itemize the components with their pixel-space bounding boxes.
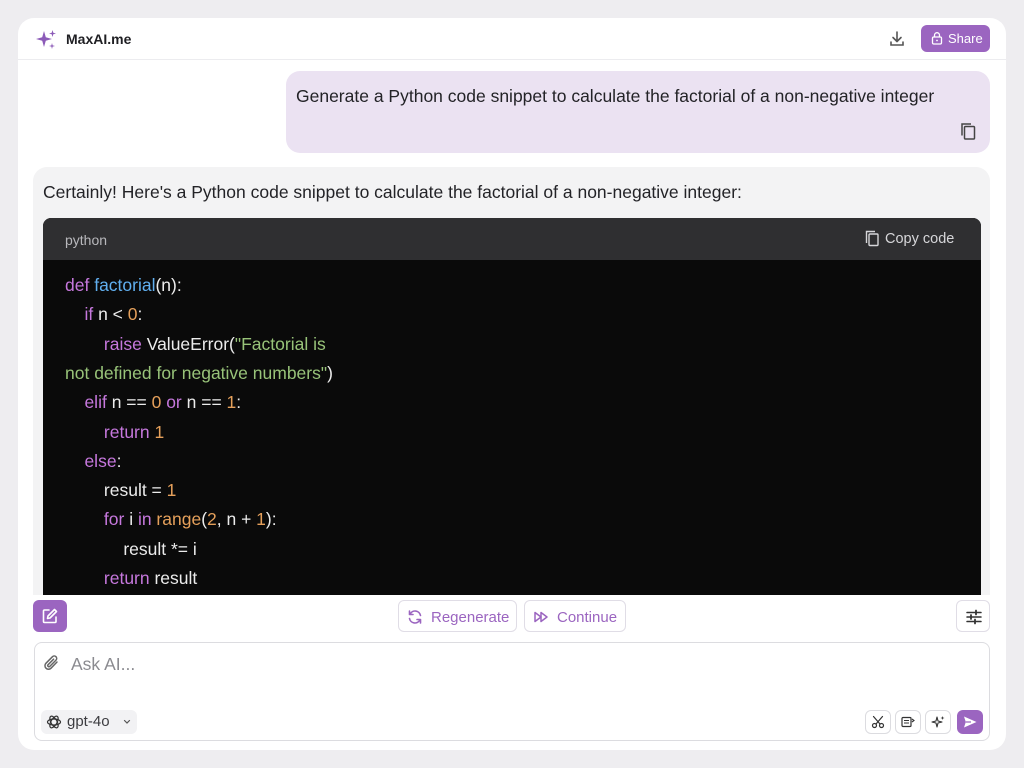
code-token: factorial bbox=[94, 275, 156, 295]
app-title: MaxAI.me bbox=[66, 31, 132, 47]
code-line: result *= i bbox=[65, 538, 197, 560]
sparkle-icon bbox=[931, 716, 945, 728]
code-token: 1 bbox=[256, 509, 266, 530]
code-line: return result bbox=[65, 567, 197, 589]
code-token: : bbox=[137, 304, 143, 325]
read-page-button[interactable] bbox=[895, 710, 921, 734]
code-line: def factorial(n): bbox=[65, 274, 182, 296]
code-token: result = bbox=[65, 480, 167, 501]
regenerate-button[interactable]: Regenerate bbox=[398, 600, 517, 632]
continue-label: Continue bbox=[557, 609, 618, 626]
edit-icon bbox=[42, 608, 58, 624]
copy-code-button[interactable]: Copy code bbox=[864, 229, 964, 251]
code-token: 1 bbox=[166, 480, 177, 501]
screen-reader-icon bbox=[901, 716, 915, 728]
fast-forward-icon bbox=[534, 611, 548, 623]
code-line: else: bbox=[65, 450, 121, 472]
code-line: elif n == 0 or n == 1: bbox=[65, 391, 241, 413]
app-window: MaxAI.me Share Generate a Python code sn… bbox=[18, 18, 1006, 750]
code-token: not defined for negative numbers" bbox=[65, 362, 328, 383]
share-button[interactable]: Share bbox=[921, 25, 990, 52]
share-label: Share bbox=[948, 31, 983, 46]
code-language-label: python bbox=[65, 232, 108, 248]
code-block-header: python Copy code bbox=[43, 218, 981, 260]
code-token: return bbox=[65, 421, 155, 442]
copy-code-label: Copy code bbox=[885, 231, 955, 247]
code-token: ValueError( bbox=[146, 333, 235, 354]
paperclip-icon[interactable] bbox=[43, 653, 61, 673]
assistant-message: Certainly! Here's a Python code snippet … bbox=[33, 167, 990, 637]
code-token: ): bbox=[265, 509, 277, 530]
code-token: elif bbox=[65, 392, 112, 413]
code-token: 1 bbox=[154, 421, 165, 442]
regenerate-label: Regenerate bbox=[431, 609, 510, 626]
code-line: not defined for negative numbers") bbox=[65, 362, 333, 384]
cut-tool-button[interactable] bbox=[865, 710, 891, 734]
code-token: n == bbox=[111, 392, 152, 413]
code-token: "Factorial is bbox=[234, 333, 326, 354]
ask-ai-input[interactable] bbox=[69, 651, 973, 677]
send-button[interactable] bbox=[957, 710, 983, 734]
ai-prompts-button[interactable] bbox=[925, 710, 951, 734]
scissors-icon bbox=[871, 715, 885, 729]
copy-icon[interactable] bbox=[958, 121, 978, 141]
code-token: return bbox=[65, 568, 155, 588]
code-token: raise bbox=[65, 333, 147, 354]
settings-button[interactable] bbox=[956, 600, 990, 632]
sliders-icon bbox=[966, 609, 982, 625]
openai-icon bbox=[46, 715, 62, 729]
download-icon[interactable] bbox=[887, 29, 907, 49]
model-label: gpt-4o bbox=[67, 713, 110, 730]
model-selector[interactable]: gpt-4o bbox=[41, 710, 137, 734]
refresh-icon bbox=[408, 610, 422, 624]
new-chat-button[interactable] bbox=[33, 600, 67, 632]
code-token: ) bbox=[327, 362, 333, 383]
code-token: def bbox=[65, 275, 95, 295]
code-token: range bbox=[156, 509, 202, 530]
code-token: if bbox=[65, 304, 99, 325]
sparkles-icon bbox=[36, 30, 56, 49]
code-token: result bbox=[154, 568, 198, 588]
code-token: in bbox=[137, 509, 157, 530]
send-icon bbox=[964, 716, 977, 728]
code-token: or bbox=[166, 392, 187, 413]
code-line: if n < 0: bbox=[65, 303, 142, 325]
code-line: for i in range(2, n + 1): bbox=[65, 508, 277, 530]
code-token: : bbox=[236, 392, 242, 413]
code-line: return 1 bbox=[65, 421, 164, 443]
copy-icon bbox=[865, 230, 879, 247]
code-token: (n): bbox=[155, 275, 182, 295]
code-token: i bbox=[129, 509, 138, 530]
chat-toolbar: Regenerate Continue bbox=[18, 595, 1006, 639]
code-token: , n + bbox=[216, 509, 257, 530]
header: MaxAI.me Share bbox=[18, 18, 1006, 60]
code-token: 1 bbox=[226, 392, 237, 413]
lock-icon bbox=[931, 32, 943, 45]
code-token: else bbox=[65, 450, 117, 471]
code-token: n == bbox=[186, 392, 227, 413]
user-message-text: Generate a Python code snippet to calcul… bbox=[296, 86, 935, 106]
assistant-intro-text: Certainly! Here's a Python code snippet … bbox=[43, 182, 742, 202]
code-token: 0 bbox=[151, 392, 167, 413]
code-token: for bbox=[65, 509, 130, 530]
user-message: Generate a Python code snippet to calcul… bbox=[286, 71, 990, 153]
chevron-down-icon bbox=[123, 719, 131, 724]
code-block: python Copy code def factorial(n): if n … bbox=[43, 218, 981, 637]
code-token: 2 bbox=[207, 509, 217, 530]
continue-button[interactable]: Continue bbox=[524, 600, 626, 632]
code-line: raise ValueError("Factorial is bbox=[65, 333, 326, 355]
code-line: result = 1 bbox=[65, 479, 176, 501]
code-token: n < bbox=[98, 304, 128, 325]
code-token: result *= i bbox=[65, 538, 197, 559]
chat-input-box: gpt-4o bbox=[34, 642, 990, 741]
code-token: : bbox=[116, 450, 122, 471]
